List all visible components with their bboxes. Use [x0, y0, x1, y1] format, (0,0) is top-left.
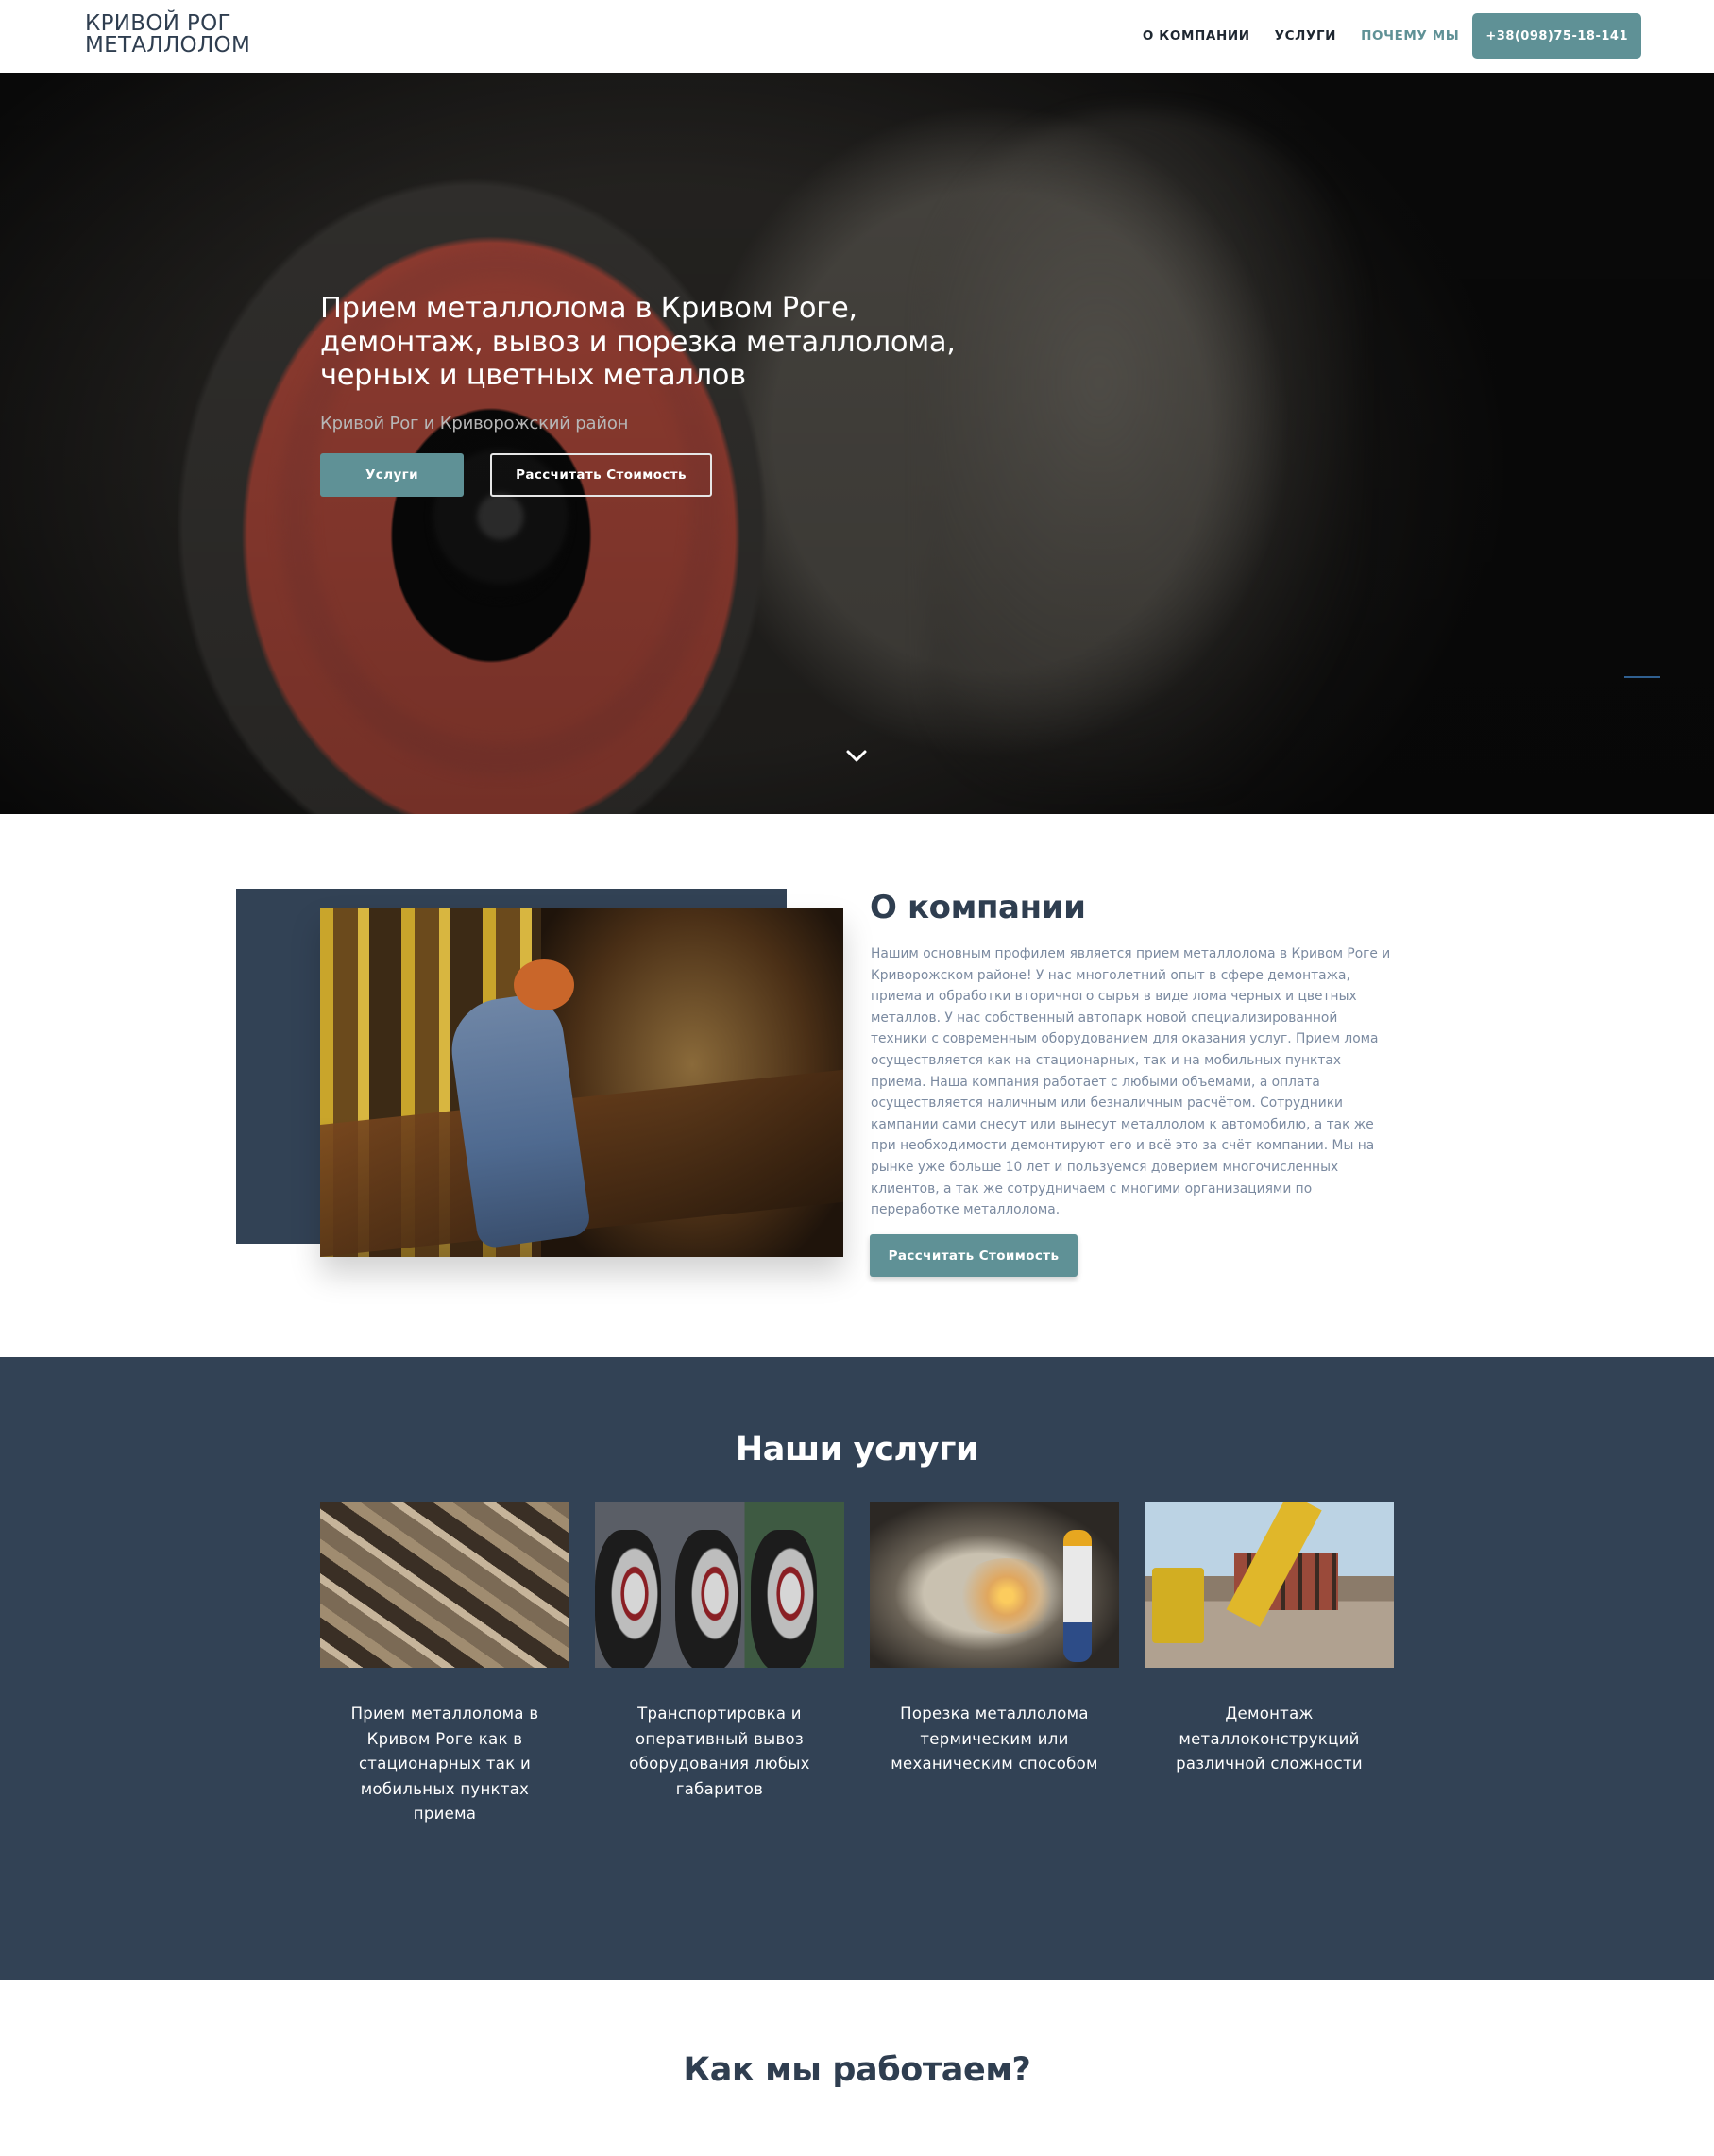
service-image-scrap [320, 1502, 569, 1668]
service-card[interactable]: Прием металлолома в Кривом Роге как в ст… [320, 1502, 569, 1827]
about-photo [320, 908, 843, 1257]
truck-wheel [751, 1530, 817, 1668]
service-card[interactable]: Порезка металлолома термическим или меха… [870, 1502, 1119, 1777]
service-label: Демонтаж металлоконструкций различной сл… [1176, 1705, 1363, 1773]
service-label: Прием металлолома в Кривом Роге как в ст… [350, 1705, 539, 1823]
hero-buttons: Услуги Рассчитать Стоимость [320, 452, 981, 497]
services-title: Наши услуги [735, 1431, 979, 1468]
hero-section: Прием металлолома в Кривом Роге, демонта… [0, 73, 1714, 814]
nav-about[interactable]: О КОМПАНИИ [1143, 28, 1250, 43]
logo[interactable]: КРИВОЙ РОГ МЕТАЛЛОЛОМ [85, 13, 250, 57]
calculate-cost-button[interactable]: Рассчитать Стоимость [490, 452, 712, 497]
about-text: Нашим основным профилем является прием м… [871, 946, 1391, 1218]
hero-accent-line [1624, 676, 1660, 678]
cutting-worker [1063, 1530, 1092, 1662]
service-image-cutting [870, 1502, 1119, 1668]
phone-button[interactable]: +38(098)75-18-141 [1472, 13, 1641, 59]
service-label: Транспортировка и оперативный вывоз обор… [629, 1705, 810, 1798]
service-card[interactable]: Демонтаж металлоконструкций различной сл… [1145, 1502, 1394, 1777]
hero-content: Прием металлолома в Кривом Роге, демонта… [320, 292, 981, 497]
about-title: О компании [870, 889, 1086, 926]
chevron-down-icon[interactable] [845, 749, 868, 764]
hero-subtitle: Кривой Рог и Криворожский район [320, 413, 629, 433]
excavator-cab [1152, 1568, 1204, 1643]
services-section: Наши услуги Прием металлолома в Кривом Р… [0, 1357, 1714, 1980]
how-we-work-title: Как мы работаем? [683, 2051, 1031, 2089]
service-image-demolition [1145, 1502, 1394, 1668]
logo-line-1: КРИВОЙ РОГ [85, 11, 231, 36]
service-label: Порезка металлолома термическим или меха… [891, 1705, 1098, 1773]
nav-services[interactable]: УСЛУГИ [1275, 28, 1336, 43]
services-button[interactable]: Услуги [320, 452, 464, 497]
about-calculate-button[interactable]: Рассчитать Стоимость [870, 1234, 1078, 1277]
site-header: КРИВОЙ РОГ МЕТАЛЛОЛОМ О КОМПАНИИ УСЛУГИ … [0, 0, 1714, 73]
truck-wheel [675, 1530, 741, 1668]
main-nav: О КОМПАНИИ УСЛУГИ ПОЧЕМУ МЫ +38(098)75-1… [1118, 13, 1641, 59]
service-image-trucks [595, 1502, 844, 1668]
service-card[interactable]: Транспортировка и оперативный вывоз обор… [595, 1502, 844, 1802]
hero-title: Прием металлолома в Кривом Роге, демонта… [320, 292, 956, 392]
logo-line-2: МЕТАЛЛОЛОМ [85, 33, 251, 58]
photo-worker-helmet [514, 959, 574, 1010]
truck-wheel [595, 1530, 661, 1668]
grinder-sparks [955, 1558, 1059, 1634]
nav-why-us[interactable]: ПОЧЕМУ МЫ [1361, 28, 1459, 43]
